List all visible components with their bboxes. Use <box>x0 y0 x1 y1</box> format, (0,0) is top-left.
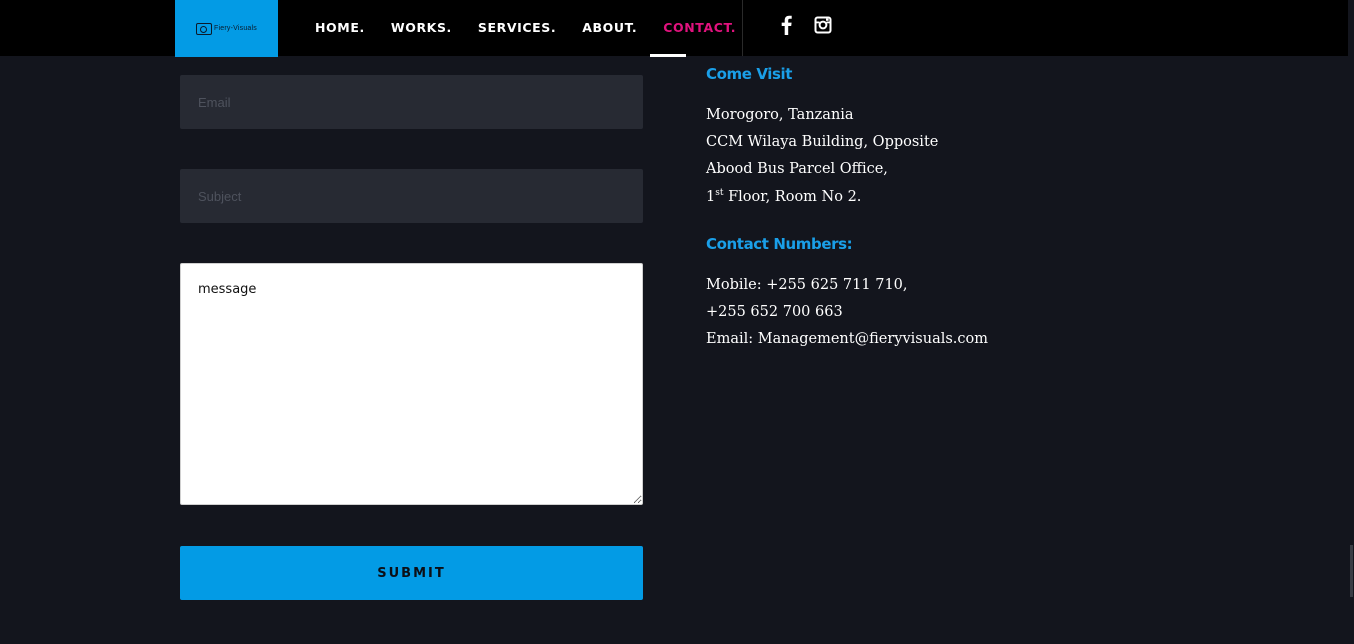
mobile-number: Mobile: +255 625 711 710, <box>706 277 908 293</box>
submit-button[interactable]: SUBMIT <box>180 546 643 600</box>
nav-works[interactable]: WORKS. <box>391 0 452 56</box>
nav-divider <box>742 0 743 56</box>
email-field[interactable] <box>180 75 643 129</box>
scrollbar-thumb[interactable] <box>1350 545 1353 597</box>
come-visit-heading: Come Visit <box>706 65 793 83</box>
floor-room: Floor, Room No 2. <box>723 188 862 205</box>
social-links <box>778 15 832 35</box>
logo-text: Fiery-Visuals <box>214 25 257 32</box>
nav-contact[interactable]: CONTACT. <box>663 0 736 56</box>
nav-services[interactable]: SERVICES. <box>478 0 556 56</box>
site-logo[interactable]: Fiery-Visuals <box>175 0 278 57</box>
facebook-icon[interactable] <box>778 15 796 35</box>
site-header: Fiery-Visuals HOME. WORKS. SERVICES. ABO… <box>0 0 1354 57</box>
address-line: CCM Wilaya Building, Opposite <box>706 134 939 150</box>
nav-about[interactable]: ABOUT. <box>582 0 637 56</box>
address-line: 1st Floor, Room No 2. <box>706 188 861 205</box>
camera-logo-icon <box>196 22 213 35</box>
address-line: Morogoro, Tanzania <box>706 107 854 123</box>
main-nav: HOME. WORKS. SERVICES. ABOUT. CONTACT. <box>315 0 736 56</box>
email-address: Email: Management@fieryvisuals.com <box>706 331 988 347</box>
floor-number: 1 <box>706 188 716 205</box>
subject-field[interactable] <box>180 169 643 223</box>
address-line: Abood Bus Parcel Office, <box>706 161 888 177</box>
active-nav-indicator <box>650 54 686 57</box>
message-field[interactable] <box>180 263 643 505</box>
instagram-icon[interactable] <box>814 15 832 35</box>
mobile-number: +255 652 700 663 <box>706 304 843 320</box>
nav-home[interactable]: HOME. <box>315 0 365 56</box>
contact-numbers-heading: Contact Numbers: <box>706 235 853 253</box>
